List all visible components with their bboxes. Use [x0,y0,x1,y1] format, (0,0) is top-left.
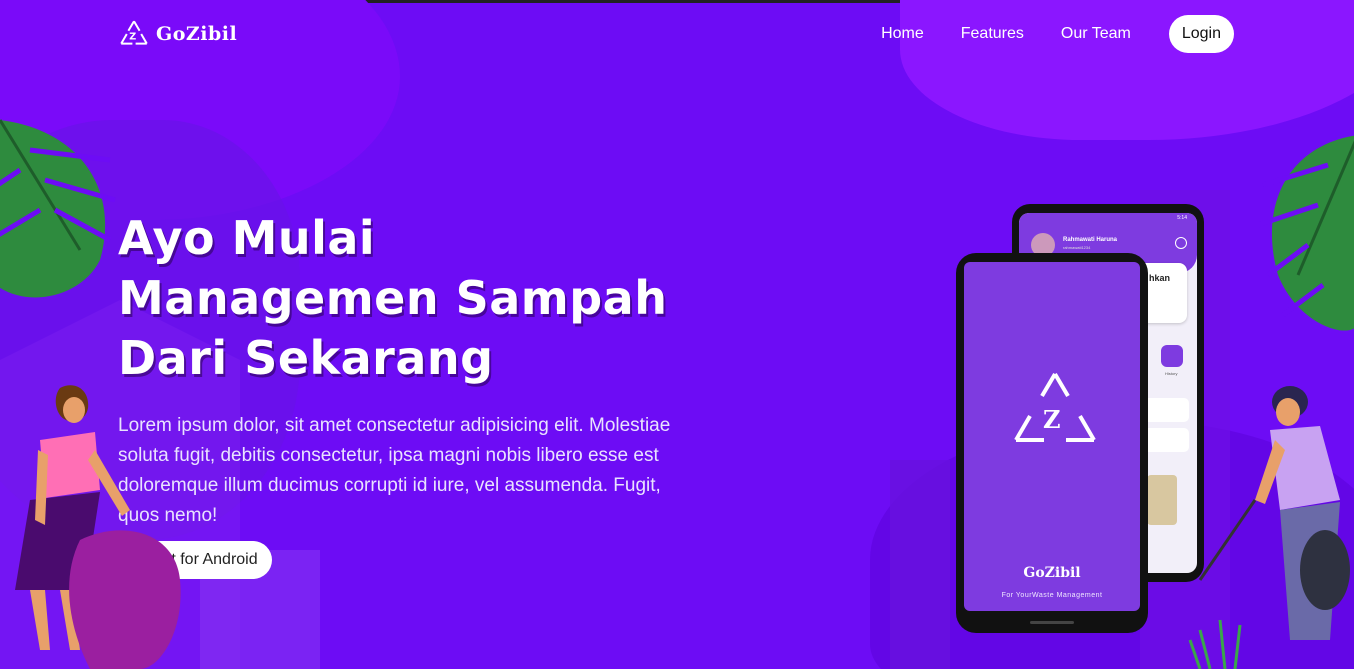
nav-our-team[interactable]: Our Team [1061,25,1131,43]
main-nav: Home Features Our Team Login [844,15,1234,53]
profile-name: Rahmawati Haruna [1063,237,1118,243]
gear-icon [1175,237,1187,249]
phone-mockup-front: Z GoZibil For YourWaste Management [956,253,1148,633]
man-illustration [1188,386,1350,669]
history-label: History [1165,371,1178,376]
monstera-leaf-left [0,119,116,298]
hero-title-line: Managemen Sampah [118,271,668,325]
hero-title: Ayo Mulai Managemen Sampah Dari Sekarang [118,208,738,388]
nav-home[interactable]: Home [881,25,924,43]
phone-home-bar [1030,621,1074,624]
hero-description: Lorem ipsum dolor, sit amet consectetur … [118,415,671,526]
hero-title-line: Ayo Mulai [118,211,376,265]
monstera-leaf-right [1258,135,1354,331]
recycle-logo-icon: Z [120,20,148,45]
login-button[interactable]: Login [1168,15,1234,53]
hero-title-line: Dari Sekarang [118,331,494,385]
svg-text:Z: Z [129,32,136,43]
card-title: hkan [1149,273,1171,283]
brand-logo[interactable]: Z GoZibil [118,16,237,52]
news-thumbnail [1147,475,1177,525]
app-tagline: For YourWaste Management [1001,592,1103,599]
woman-illustration [15,385,181,669]
status-time: 5:14 [1177,215,1187,221]
recycle-logo-icon: Z [1014,372,1096,442]
brand-name: GoZibil [156,23,238,45]
profile-handle: rahmawati1234 [1063,245,1091,250]
history-icon [1161,345,1183,367]
svg-text:Z: Z [1043,405,1061,434]
nav-features[interactable]: Features [961,25,1024,43]
app-name: GoZibil [1023,565,1081,581]
phone-screen-front: Z GoZibil For YourWaste Management [964,262,1140,611]
